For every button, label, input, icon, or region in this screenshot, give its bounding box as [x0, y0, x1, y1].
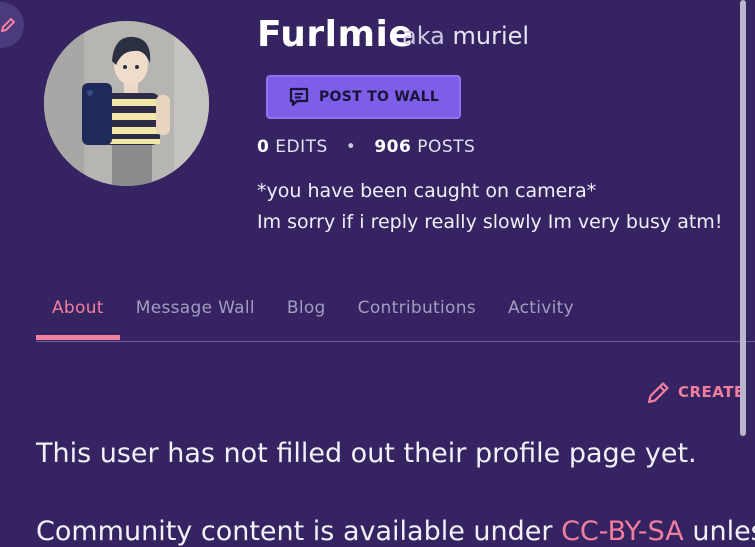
license-footer: Community content is available under CC-…	[36, 516, 755, 547]
message-icon	[289, 87, 309, 107]
separator-dot: •	[345, 137, 357, 157]
create-label: CREATE	[678, 383, 745, 401]
scrollbar[interactable]	[740, 0, 746, 436]
tab-message-wall[interactable]: Message Wall	[120, 294, 271, 340]
alias-prefix: aka	[402, 22, 445, 50]
avatar	[44, 21, 209, 186]
edits-count: 0	[257, 137, 270, 157]
tab-blog[interactable]: Blog	[271, 294, 342, 340]
empty-profile-message: This user has not filled out their profi…	[36, 438, 697, 469]
bio-line: *you have been caught on camera*	[257, 180, 597, 202]
posts-stat[interactable]: 906 POSTS	[374, 137, 475, 157]
tab-contributions[interactable]: Contributions	[342, 294, 492, 340]
posts-count: 906	[374, 137, 412, 157]
alias-name: muriel	[452, 22, 530, 50]
license-link[interactable]: CC-BY-SA	[561, 516, 684, 547]
username: Furlmie	[257, 14, 414, 55]
alias: aka muriel	[402, 22, 529, 50]
profile-tabs: About Message Wall Blog Contributions Ac…	[36, 294, 755, 342]
tab-activity[interactable]: Activity	[492, 294, 590, 340]
create-button[interactable]: CREATE	[646, 379, 745, 405]
pencil-icon	[647, 382, 669, 404]
license-text-prefix: Community content is available under	[36, 516, 562, 547]
tab-about[interactable]: About	[36, 294, 120, 340]
posts-label: POSTS	[417, 137, 476, 157]
bio-line: Im sorry if i reply really slowly Im ver…	[257, 211, 723, 233]
license-text-suffix: unless	[692, 516, 755, 547]
edits-label: EDITS	[275, 137, 328, 157]
post-to-wall-button[interactable]: POST TO WALL	[266, 75, 461, 119]
post-button-label: POST TO WALL	[318, 89, 440, 105]
edit-profile-button[interactable]	[0, 2, 24, 48]
profile-bio: *you have been caught on camera* Im sorr…	[257, 176, 722, 238]
edits-stat[interactable]: 0 EDITS	[257, 137, 328, 157]
profile-stats: 0 EDITS • 906 POSTS	[257, 137, 475, 157]
pencil-icon	[1, 18, 15, 32]
